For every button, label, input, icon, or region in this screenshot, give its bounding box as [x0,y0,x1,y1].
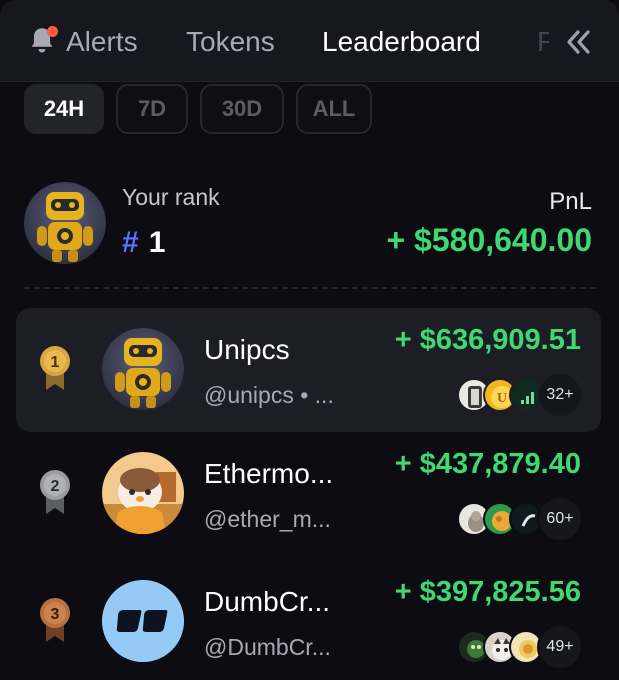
rank-hash: # [122,226,139,259]
divider [24,287,596,289]
token-stack[interactable]: 49+ [457,624,583,670]
trader-handle: @DumbCr... [204,634,331,660]
filter-30d[interactable]: 30D [200,84,284,134]
your-pnl-value: + $580,640.00 [386,222,592,258]
bronze-medal-icon: 3 [38,596,72,644]
filter-all[interactable]: ALL [296,84,372,134]
avatar[interactable] [102,452,184,534]
rank-number: 1 [148,226,166,259]
time-filter-group: 24H 7D 30D ALL [24,84,372,136]
medal-rank: 2 [51,478,60,495]
tab-alerts-label: Alerts [66,26,138,57]
gold-medal-icon: 1 [38,344,72,392]
silver-medal-icon: 2 [38,468,72,516]
more-tokens-badge: 49+ [537,624,583,670]
tab-leaderboard[interactable]: Leaderboard [322,26,481,58]
bell-icon [28,26,58,58]
pnl-label: PnL [549,188,592,215]
your-rank-value: # 1 [122,226,165,260]
trader-pnl: + $437,879.40 [394,448,581,480]
trader-pnl: + $636,909.51 [394,324,581,356]
tab-truncated[interactable]: F [537,26,549,58]
trader-handle: @ether_m... [204,506,331,532]
token-stack[interactable]: U 32+ [457,372,583,418]
trader-handle: @unipcs • ... [204,382,334,408]
avatar [24,182,106,264]
more-tokens-badge: 32+ [537,372,583,418]
notification-dot [47,26,58,37]
your-rank-label: Your rank [122,184,220,210]
trader-name: DumbCr... [204,586,331,617]
leaderboard-row[interactable]: 3 DumbCr... @DumbCr... + $397,825.56 49+ [16,560,601,680]
medal-rank: 1 [51,354,60,371]
filter-7d[interactable]: 7D [116,84,188,134]
tab-tokens[interactable]: Tokens [186,26,275,58]
top-nav: Alerts Tokens Leaderboard F [0,0,619,82]
medal-rank: 3 [51,606,60,623]
trader-pnl: + $397,825.56 [394,576,581,608]
token-stack[interactable]: 60+ [457,496,583,542]
svg-text:U: U [497,391,507,406]
double-chevron-left-icon[interactable] [560,24,596,60]
leaderboard-panel: Alerts Tokens Leaderboard F 24H 7D 30D A… [0,0,619,680]
avatar[interactable] [102,328,184,410]
tab-alerts[interactable]: Alerts [28,26,138,58]
leaderboard-row[interactable]: 2 Ethermo... @ether_m... + $437,879.40 6… [16,432,601,556]
filter-24h[interactable]: 24H [24,84,104,134]
your-rank-card: Your rank # 1 PnL + $580,640.00 [24,182,596,266]
trader-name: Unipcs [204,334,290,365]
avatar[interactable] [102,580,184,662]
leaderboard-row[interactable]: 1 Unipcs @unipcs • ... + $636,909.51 U 3… [16,308,601,432]
more-tokens-badge: 60+ [537,496,583,542]
trader-name: Ethermo... [204,458,334,489]
